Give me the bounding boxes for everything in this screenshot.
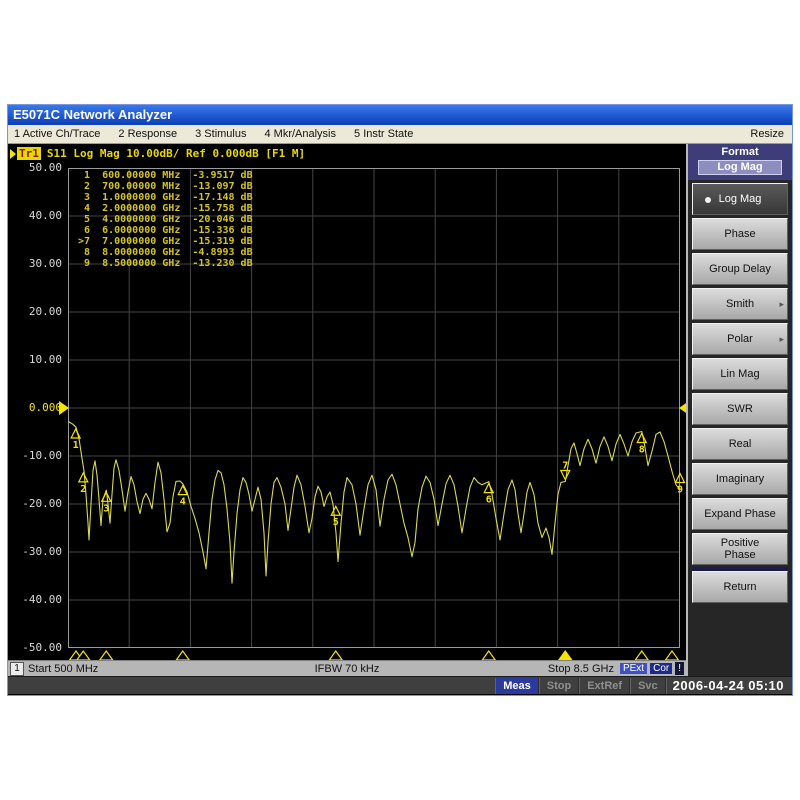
stop-frequency-label: Stop 8.5 GHz (548, 663, 614, 675)
channel-status-bar: 1 Start 500 MHz IFBW 70 kHz Stop 8.5 GHz… (8, 660, 686, 676)
marker-table-row: 4 2.0000000 GHz -15.758 dB (78, 203, 253, 214)
softkey-real[interactable]: Real (692, 428, 788, 460)
y-axis-tick-label: -20.00 (8, 497, 62, 511)
y-axis-tick-label: -40.00 (8, 593, 62, 607)
stimulus-marker-icon (329, 651, 342, 660)
marker-table-row: 9 8.5000000 GHz -13.230 dB (78, 258, 253, 269)
y-axis-tick-label: -50.00 (8, 641, 62, 655)
y-axis-tick-label: 30.00 (8, 257, 62, 271)
submenu-arrow-icon: ▸ (779, 333, 784, 345)
analyzer-window: E5071C Network Analyzer 1 Active Ch/Trac… (8, 105, 792, 695)
trace-status-line: Tr1 S11 Log Mag 10.00dB/ Ref 0.000dB [F1… (10, 146, 305, 161)
stimulus-marker-icon (100, 651, 113, 660)
y-axis-tick-label: 10.00 (8, 353, 62, 367)
channel-number-box: 1 (10, 662, 24, 676)
trace-marker-icon (79, 473, 88, 482)
screen: E5071C Network Analyzer 1 Active Ch/Trac… (0, 0, 800, 800)
softkey-swr[interactable]: SWR (692, 393, 788, 425)
alert-badge: ! (675, 662, 684, 675)
y-axis-tick-label: 50.00 (8, 161, 62, 175)
softkey-lin-mag[interactable]: Lin Mag (692, 358, 788, 390)
trace-marker-number: 8 (639, 445, 645, 456)
ref-level-arrow-left-icon (59, 401, 69, 415)
trace-marker-icon (331, 506, 340, 515)
system-indicator-extref: ExtRef (579, 678, 630, 694)
active-trace-arrow-icon (10, 149, 16, 159)
trace-marker-number: 1 (73, 440, 79, 451)
trace-marker-number: 2 (80, 484, 86, 495)
submenu-arrow-icon: ▸ (779, 298, 784, 310)
menu-item-3[interactable]: 3 Stimulus (195, 128, 246, 140)
graph-area: Tr1 S11 Log Mag 10.00dB/ Ref 0.000dB [F1… (8, 144, 686, 660)
y-axis-tick-label: -30.00 (8, 545, 62, 559)
y-axis-tick-label: 0.000 (8, 401, 62, 415)
softkey-sidebar: Format Log Mag Log MagPhaseGroup DelaySm… (686, 144, 792, 681)
trace-marker-number: 7 (562, 461, 568, 472)
softkey-return[interactable]: Return (692, 571, 788, 603)
trace-id-chip[interactable]: Tr1 (17, 147, 41, 160)
softkey-polar[interactable]: Polar▸ (692, 323, 788, 355)
menu-item-1[interactable]: 1 Active Ch/Trace (14, 128, 100, 140)
trace-marker-number: 6 (486, 495, 492, 506)
softkey-selected-value: Log Mag (698, 160, 782, 175)
system-indicator-stop: Stop (539, 678, 579, 694)
trace-marker-number: 9 (677, 485, 683, 496)
menu-item-5[interactable]: 5 Instr State (354, 128, 413, 140)
system-status-bar: MeasStopExtRefSvc2006-04-24 05:10 (8, 676, 792, 694)
marker-table-row: 6 6.0000000 GHz -15.336 dB (78, 225, 253, 236)
system-indicator-svc: Svc (630, 678, 666, 694)
marker-table-row: 5 4.0000000 GHz -20.046 dB (78, 214, 253, 225)
datetime-display: 2006-04-24 05:10 (666, 678, 790, 694)
menu-item-2[interactable]: 2 Response (118, 128, 177, 140)
trace-settings-text: S11 Log Mag 10.00dB/ Ref 0.000dB [F1 M] (47, 147, 305, 160)
stimulus-marker-icon (482, 651, 495, 660)
marker-table-row: 3 1.0000000 GHz -17.148 dB (78, 192, 253, 203)
window-title-bar[interactable]: E5071C Network Analyzer (8, 105, 792, 125)
marker-table-row: 8 8.0000000 GHz -4.8993 dB (78, 247, 253, 258)
status-right-group: Stop 8.5 GHz PExtCor ! (548, 662, 686, 675)
y-axis-tick-label: 40.00 (8, 209, 62, 223)
softkey-menu-title: Format (688, 144, 792, 158)
y-axis-tick-label: -10.00 (8, 449, 62, 463)
system-indicators: MeasStopExtRefSvc2006-04-24 05:10 (495, 678, 790, 694)
marker-table-row: 1 600.00000 MHz -3.9517 dB (78, 170, 253, 181)
softkey-phase[interactable]: Phase (692, 218, 788, 250)
stimulus-marker-icon (666, 651, 679, 660)
status-badge-cor: Cor (650, 663, 672, 674)
softkey-log-mag[interactable]: Log Mag (692, 183, 788, 215)
menu-items: 1 Active Ch/Trace 2 Response 3 Stimulus 4 M… (8, 128, 413, 140)
trace-marker-icon (637, 434, 646, 443)
marker-table-row: >7 7.0000000 GHz -15.319 dB (78, 236, 253, 247)
trace-marker-icon (484, 484, 493, 493)
y-axis-tick-label: 20.00 (8, 305, 62, 319)
trace-marker-number: 3 (103, 503, 109, 514)
stimulus-marker-active-icon (559, 651, 572, 660)
window-title: E5071C Network Analyzer (13, 107, 172, 122)
trace-marker-number: 4 (180, 497, 186, 508)
softkey-header: Format Log Mag (688, 144, 792, 180)
stimulus-marker-icon (635, 651, 648, 660)
softkey-group-delay[interactable]: Group Delay (692, 253, 788, 285)
softkey-buttons: Log MagPhaseGroup DelaySmith▸Polar▸Lin M… (688, 180, 792, 603)
trace-marker-number: 5 (333, 517, 339, 528)
softkey-imaginary[interactable]: Imaginary (692, 463, 788, 495)
stimulus-marker-icon (176, 651, 189, 660)
marker-readout-table: 1 600.00000 MHz -3.9517 dB 2 700.00000 M… (78, 170, 253, 269)
menu-item-4[interactable]: 4 Mkr/Analysis (264, 128, 336, 140)
softkey-expand-phase[interactable]: Expand Phase (692, 498, 788, 530)
menu-item-resize[interactable]: Resize (750, 128, 792, 140)
trace-marker-icon (561, 471, 570, 480)
system-indicator-meas: Meas (495, 678, 539, 694)
status-badge-pext: PExt (620, 663, 647, 674)
marker-table-row: 2 700.00000 MHz -13.097 dB (78, 181, 253, 192)
selected-radio-icon (705, 197, 711, 203)
softkey-smith[interactable]: Smith▸ (692, 288, 788, 320)
softkey-positive-phase[interactable]: Positive Phase (692, 533, 788, 565)
menu-bar: 1 Active Ch/Trace 2 Response 3 Stimulus 4 M… (8, 125, 792, 144)
start-frequency-label: Start 500 MHz (28, 663, 98, 675)
status-badges: PExtCor (617, 662, 672, 675)
